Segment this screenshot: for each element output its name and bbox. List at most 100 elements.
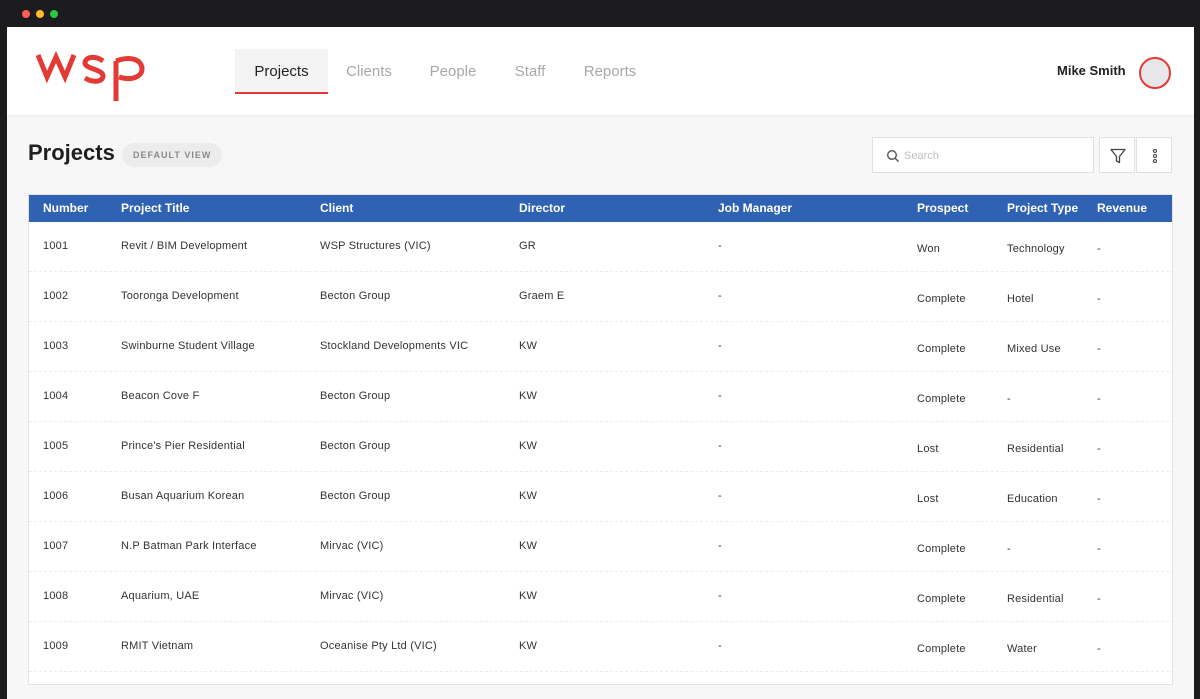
cell-project-title[interactable]: Beacon Cove F [121,390,199,402]
cell-job-manager: - [718,540,722,552]
cell-number: 1009 [43,640,69,652]
user-name[interactable]: Mike Smith [1057,63,1126,78]
cell-project-title[interactable]: Tooronga Development [121,290,239,302]
cell-director: KW [519,340,538,352]
cell-client: Becton Group [320,490,391,502]
table-row[interactable]: 1004 Beacon Cove F Becton Group KW - Com… [29,372,1172,422]
column-header-prospect[interactable]: Prospect [917,195,968,222]
cell-number: 1004 [43,390,69,402]
cell-job-manager: - [718,640,722,652]
user-avatar[interactable] [1139,57,1171,89]
nav-tab-staff[interactable]: Staff [501,49,559,94]
cell-revenue: - [1097,593,1101,605]
cell-revenue: - [1097,493,1101,505]
column-header-project-title[interactable]: Project Title [121,195,189,222]
wsp-logo[interactable]: wsp [35,49,145,105]
cell-prospect: Lost [917,443,939,455]
cell-project-type: Education [1007,493,1058,505]
table-row[interactable]: 1005 Prince's Pier Residential Becton Gr… [29,422,1172,472]
cell-director: KW [519,490,538,502]
cell-revenue: - [1097,643,1101,655]
cell-job-manager: - [718,490,722,502]
search-box[interactable] [872,137,1094,173]
cell-director: GR [519,240,536,252]
column-header-client[interactable]: Client [320,195,353,222]
column-header-job-manager[interactable]: Job Manager [718,195,792,222]
cell-revenue: - [1097,293,1101,305]
projects-table: Number Project Title Client Director Job… [28,194,1173,685]
table-row[interactable]: 1001 Revit / BIM Development WSP Structu… [29,222,1172,272]
nav-tab-clients[interactable]: Clients [335,49,403,94]
cell-project-title[interactable]: Revit / BIM Development [121,240,247,252]
window-titlebar [0,0,1200,27]
cell-client: Becton Group [320,290,391,302]
cell-project-type: Residential [1007,593,1064,605]
cell-project-title[interactable]: N.P Batman Park Interface [121,540,257,552]
cell-number: 1007 [43,540,69,552]
cell-director: KW [519,540,538,552]
more-options-button[interactable] [1136,137,1172,173]
cell-client: Becton Group [320,440,391,452]
cell-job-manager: - [718,340,722,352]
cell-project-title[interactable]: Aquarium, UAE [121,590,199,602]
cell-revenue: - [1097,243,1101,255]
close-window-button[interactable] [22,10,30,18]
cell-project-title[interactable]: RMIT Vietnam [121,640,193,652]
column-header-director[interactable]: Director [519,195,565,222]
cell-project-type: Technology [1007,243,1065,255]
cell-number: 1002 [43,290,69,302]
cell-number: 1006 [43,490,69,502]
table-row[interactable]: 1003 Swinburne Student Village Stockland… [29,322,1172,372]
column-header-number[interactable]: Number [43,195,88,222]
cell-prospect: Complete [917,293,966,305]
cell-number: 1005 [43,440,69,452]
cell-prospect: Won [917,243,941,255]
cell-client: Mirvac (VIC) [320,590,384,602]
cell-project-type: Water [1007,643,1037,655]
cell-project-type: - [1007,393,1011,405]
column-header-revenue[interactable]: Revenue [1097,195,1147,222]
cell-client: WSP Structures (VIC) [320,240,431,252]
app-window: wsp Projects Clients People Staff Report… [7,27,1194,699]
cell-revenue: - [1097,543,1101,555]
nav-tab-people[interactable]: People [419,49,487,94]
filter-button[interactable] [1099,137,1135,173]
zoom-window-button[interactable] [50,10,58,18]
minimize-window-button[interactable] [36,10,44,18]
cell-director: KW [519,440,538,452]
cell-prospect: Complete [917,593,966,605]
cell-number: 1003 [43,340,69,352]
nav-tab-reports[interactable]: Reports [573,49,647,94]
cell-project-type: Mixed Use [1007,343,1061,355]
cell-director: KW [519,390,538,402]
cell-job-manager: - [718,390,722,402]
cell-prospect: Complete [917,393,966,405]
cell-director: KW [519,640,538,652]
cell-project-type: Residential [1007,443,1064,455]
table-row[interactable]: 1008 Aquarium, UAE Mirvac (VIC) KW - Com… [29,572,1172,622]
view-badge[interactable]: DEFAULT VIEW [122,143,223,167]
search-icon [886,149,900,163]
table-header: Number Project Title Client Director Job… [29,195,1172,222]
page-title: Projects [28,140,115,165]
table-row[interactable]: 1002 Tooronga Development Becton Group G… [29,272,1172,322]
cell-project-title[interactable]: Swinburne Student Village [121,340,255,352]
cell-director: Graem E [519,290,565,302]
table-row[interactable]: 1009 RMIT Vietnam Oceanise Pty Ltd (VIC)… [29,622,1172,672]
nav-tab-projects[interactable]: Projects [235,49,328,94]
cell-job-manager: - [718,240,722,252]
cell-revenue: - [1097,443,1101,455]
search-input[interactable] [904,147,1084,165]
table-row[interactable]: 1006 Busan Aquarium Korean Becton Group … [29,472,1172,522]
column-header-project-type[interactable]: Project Type [1007,195,1078,222]
cell-number: 1001 [43,240,69,252]
cell-job-manager: - [718,440,722,452]
cell-director: KW [519,590,538,602]
cell-project-title[interactable]: Prince's Pier Residential [121,440,245,452]
cell-client: Becton Group [320,390,391,402]
table-row[interactable]: 1007 N.P Batman Park Interface Mirvac (V… [29,522,1172,572]
cell-prospect: Complete [917,543,966,555]
cell-project-title[interactable]: Busan Aquarium Korean [121,490,244,502]
cell-revenue: - [1097,393,1101,405]
more-vertical-icon [1152,148,1158,164]
